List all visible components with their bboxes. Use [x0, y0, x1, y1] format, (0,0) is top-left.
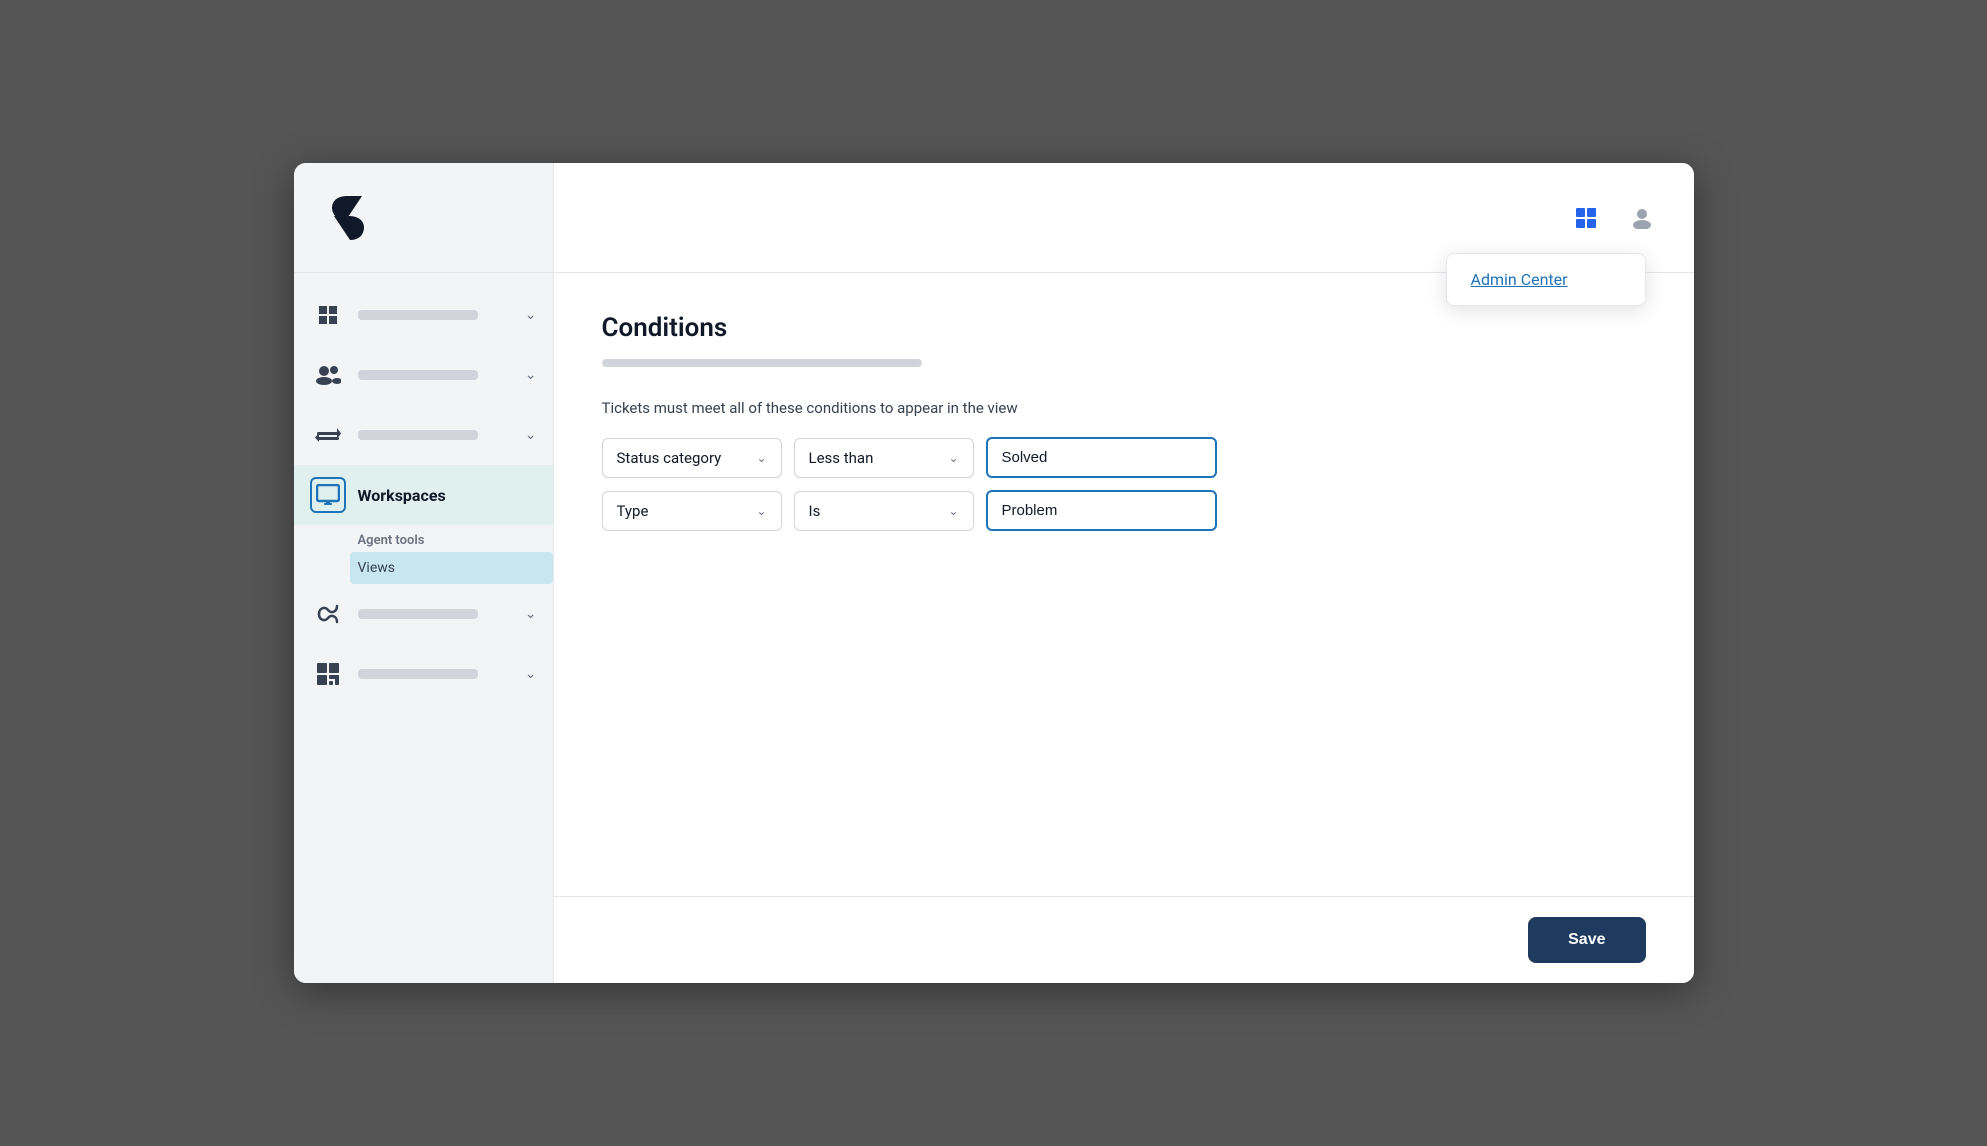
workspaces-label: Workspaces [358, 486, 537, 505]
operator-select-1[interactable]: Less than ⌄ [794, 438, 974, 478]
value-input-1[interactable] [986, 437, 1217, 478]
sidebar-item-addons[interactable]: ⌄ [294, 644, 553, 704]
chevron-down-icon-3: ⌄ [525, 427, 537, 443]
app-window: ⌄ ⌄ ⌄ [294, 163, 1694, 983]
nav-placeholder-users [358, 370, 513, 380]
chevron-down-icon-op-1: ⌄ [948, 451, 958, 465]
logo-area [294, 163, 553, 273]
workspaces-label-group: Workspaces [358, 486, 537, 505]
condition-row-1: Status category ⌄ Less than ⌄ [602, 437, 1646, 478]
admin-center-dropdown: Admin Center [1446, 253, 1646, 306]
sidebar-item-buildings[interactable]: ⌄ [294, 285, 553, 345]
users-icon [310, 357, 346, 393]
grid-icon [1575, 207, 1597, 229]
footer-bar: Save [554, 896, 1694, 983]
chevron-down-icon: ⌄ [525, 307, 537, 323]
routing-icon [310, 596, 346, 632]
buildings-icon [310, 297, 346, 333]
sidebar-nav: ⌄ ⌄ ⌄ [294, 273, 553, 983]
addons-icon [310, 656, 346, 692]
sidebar-item-workspaces[interactable]: Workspaces [294, 465, 553, 525]
sub-nav-workspaces: Agent tools Views [294, 525, 553, 584]
user-profile-button[interactable] [1622, 198, 1662, 238]
nav-placeholder-buildings [358, 310, 513, 320]
page-title: Conditions [602, 313, 1646, 343]
admin-center-link[interactable]: Admin Center [1471, 270, 1568, 289]
operator-select-1-label: Less than [809, 449, 874, 467]
field-select-2-label: Type [617, 502, 649, 520]
user-icon [1631, 207, 1653, 229]
field-select-1-label: Status category [617, 449, 722, 467]
conditions-intro-text: Tickets must meet all of these condition… [602, 399, 1646, 417]
chevron-down-icon-2: ⌄ [525, 367, 537, 383]
operator-select-2-label: Is [809, 502, 821, 520]
chevron-down-icon-4: ⌄ [525, 606, 537, 622]
content-area: Conditions Tickets must meet all of thes… [554, 273, 1694, 896]
sidebar: ⌄ ⌄ ⌄ [294, 163, 554, 983]
topbar-icons-group [1566, 198, 1662, 238]
progress-bar [602, 359, 922, 367]
sidebar-item-transfer[interactable]: ⌄ [294, 405, 553, 465]
chevron-down-icon-field-2: ⌄ [756, 504, 766, 518]
nav-placeholder-addons [358, 669, 513, 679]
condition-row-2: Type ⌄ Is ⌄ [602, 490, 1646, 531]
field-select-1[interactable]: Status category ⌄ [602, 438, 782, 478]
chevron-down-icon-5: ⌄ [525, 666, 537, 682]
nav-placeholder-routing [358, 609, 513, 619]
chevron-down-icon-op-2: ⌄ [948, 504, 958, 518]
field-select-2[interactable]: Type ⌄ [602, 491, 782, 531]
sub-nav-item-views[interactable]: Views [350, 552, 553, 584]
zendesk-logo-icon [318, 192, 378, 244]
main-content: Admin Center Conditions Tickets must mee… [554, 163, 1694, 983]
grid-icon-button[interactable] [1566, 198, 1606, 238]
value-input-2[interactable] [986, 490, 1217, 531]
operator-select-2[interactable]: Is ⌄ [794, 491, 974, 531]
sub-nav-section-agent-tools: Agent tools [358, 525, 553, 552]
topbar: Admin Center [554, 163, 1694, 273]
sidebar-item-routing[interactable]: ⌄ [294, 584, 553, 644]
monitor-icon [310, 477, 346, 513]
nav-placeholder-transfer [358, 430, 513, 440]
transfer-icon [310, 417, 346, 453]
save-button[interactable]: Save [1528, 917, 1645, 963]
sidebar-item-users[interactable]: ⌄ [294, 345, 553, 405]
chevron-down-icon-field-1: ⌄ [756, 451, 766, 465]
